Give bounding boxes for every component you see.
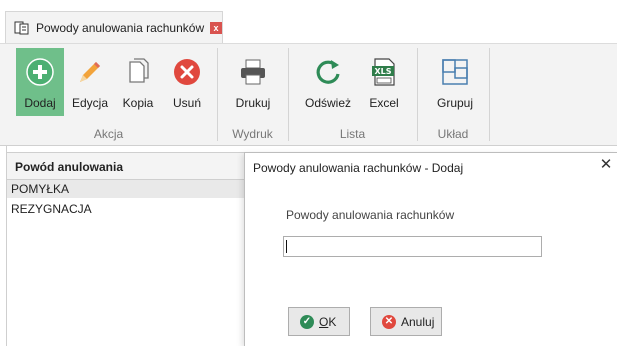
table-cell: REZYGNACJA — [11, 202, 92, 216]
group-label-wydruk: Wydruk — [232, 127, 273, 141]
reasons-grid: Powód anulowania POMYŁKA REZYGNACJA — [6, 146, 247, 346]
refresh-icon — [316, 60, 340, 84]
refresh-button[interactable]: Odśwież — [302, 48, 354, 116]
edit-button-label: Edycja — [71, 96, 109, 110]
edit-button[interactable]: Edycja — [68, 48, 112, 116]
document-tabstrip: Powody anulowania rachunków x — [0, 0, 617, 43]
delete-button-label: Usuń — [172, 96, 201, 110]
copy-icon — [129, 58, 149, 83]
print-button[interactable]: Drukuj — [228, 48, 278, 116]
column-header-label: Powód anulowania — [15, 160, 124, 174]
copy-button[interactable]: Kopia — [116, 48, 160, 116]
delete-button[interactable]: Usuń — [166, 48, 208, 116]
table-row[interactable]: POMYŁKA — [7, 180, 247, 198]
group-label-akcja: Akcja — [93, 127, 124, 141]
add-button[interactable]: Dodaj — [16, 48, 64, 116]
cancel-icon: ✕ — [382, 315, 396, 329]
ok-button[interactable]: ✓ OK — [288, 307, 350, 336]
reason-field-label: Powody anulowania rachunków — [286, 208, 455, 222]
group-button[interactable]: Grupuj — [430, 48, 480, 116]
document-tab[interactable]: Powody anulowania rachunków x — [5, 11, 223, 43]
document-icon — [14, 21, 29, 35]
table-row[interactable]: REZYGNACJA — [7, 200, 247, 218]
excel-button[interactable]: XLS Excel — [362, 48, 406, 116]
group-label-uklad: Układ — [437, 127, 469, 141]
close-icon[interactable]: ✕ — [598, 157, 614, 173]
column-header-reason[interactable]: Powód anulowania — [7, 152, 247, 180]
table-cell: POMYŁKA — [11, 182, 70, 196]
svg-text:XLS: XLS — [374, 67, 391, 76]
ribbon: Dodaj Edycja Kopia Usuń Drukuj Odśwież X… — [0, 43, 617, 146]
add-icon — [26, 58, 54, 86]
cancel-button-label: Anuluj — [401, 315, 435, 329]
check-icon: ✓ — [300, 315, 314, 329]
refresh-button-label: Odśwież — [304, 96, 351, 110]
printer-icon — [241, 59, 265, 85]
ribbon-separator — [489, 48, 490, 141]
close-icon[interactable]: x — [210, 22, 222, 34]
dialog-title: Powody anulowania rachunków - Dodaj — [253, 161, 464, 175]
text-cursor — [286, 240, 287, 253]
group-button-label: Grupuj — [436, 96, 474, 110]
group-icon — [442, 59, 468, 85]
cancel-button[interactable]: ✕ Anuluj — [370, 307, 442, 336]
delete-icon — [174, 59, 200, 85]
add-button-label: Dodaj — [24, 96, 56, 110]
pencil-icon — [80, 62, 100, 82]
reason-input[interactable] — [283, 236, 542, 257]
excel-icon: XLS — [372, 58, 395, 86]
document-tab-title: Powody anulowania rachunków — [36, 21, 205, 35]
add-dialog: Powody anulowania rachunków - Dodaj ✕ Po… — [244, 152, 617, 346]
ok-button-label: OK — [319, 315, 337, 329]
copy-button-label: Kopia — [122, 96, 154, 110]
excel-button-label: Excel — [369, 96, 399, 110]
print-button-label: Drukuj — [235, 96, 271, 110]
group-label-lista: Lista — [339, 127, 366, 141]
